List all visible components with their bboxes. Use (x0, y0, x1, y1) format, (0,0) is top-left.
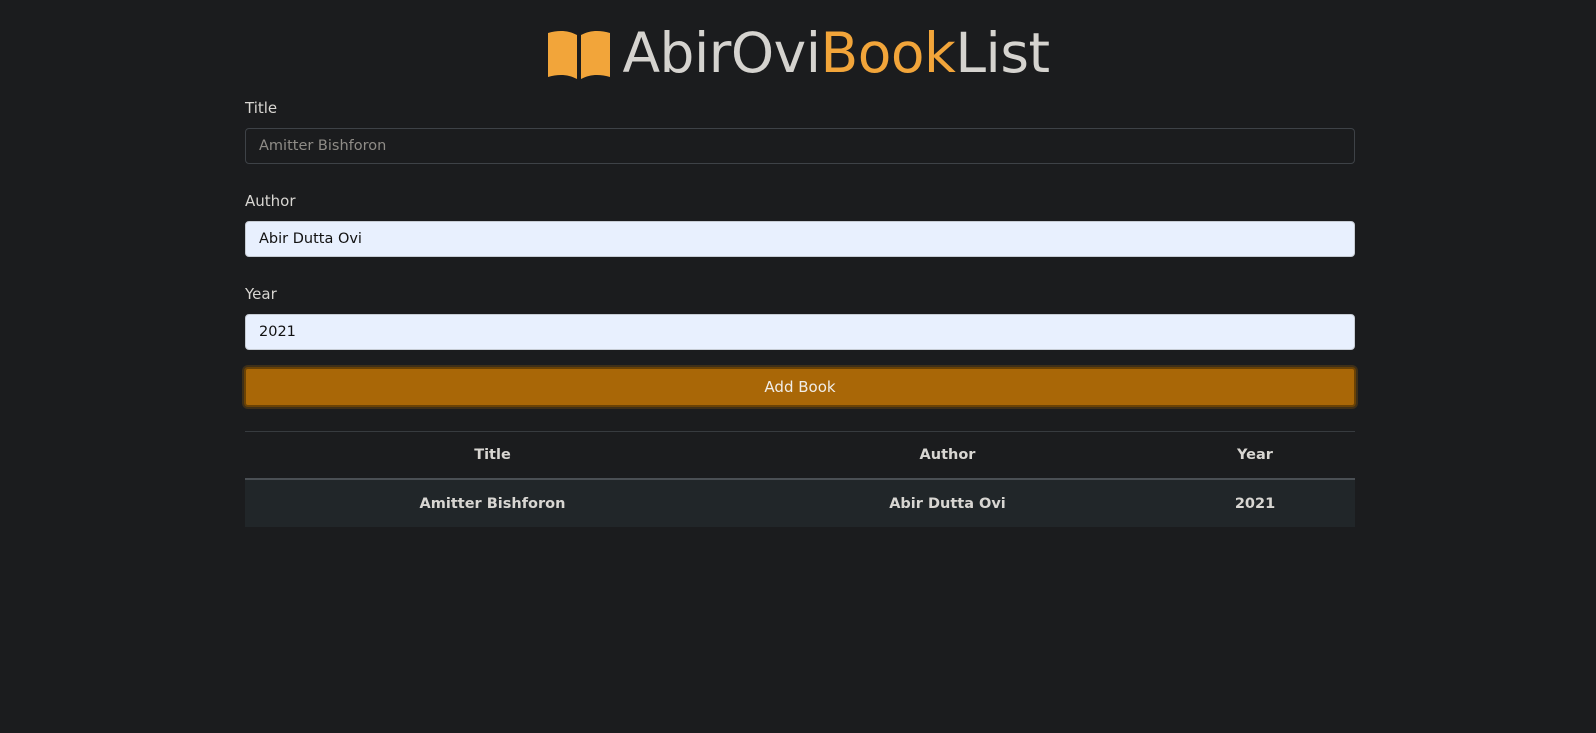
year-input[interactable] (245, 314, 1355, 350)
cell-title: Amitter Bishforon (419, 495, 566, 512)
booklist-page: AbirOvi BookList Title Author Year Add B… (0, 0, 1596, 733)
brand-tail-word: List (955, 21, 1050, 85)
author-label: Author (245, 192, 296, 210)
open-book-icon (546, 29, 612, 81)
author-input[interactable] (245, 221, 1355, 257)
title-label: Title (245, 99, 278, 117)
cell-author: Abir Dutta Ovi (889, 495, 1006, 512)
cell-year: 2021 (1234, 495, 1276, 512)
brand-accent-word: Book (820, 21, 956, 85)
brand-name: AbirOvi (622, 21, 821, 85)
table-header-row: Title Author Year (245, 431, 1355, 479)
add-book-button[interactable]: Add Book (244, 367, 1356, 407)
book-table-container: Title Author Year Amitter Bishforon Abir… (245, 431, 1355, 527)
app-header: AbirOvi Book List (0, 18, 1596, 88)
column-header-year: Year (1237, 447, 1273, 463)
column-header-author: Author (919, 447, 976, 463)
table-row: Amitter Bishforon Abir Dutta Ovi 2021 (245, 479, 1355, 527)
year-label: Year (245, 285, 277, 303)
title-input[interactable] (245, 128, 1355, 164)
add-book-form: Title Author Year Add Book (244, 98, 1356, 407)
book-table: Title Author Year Amitter Bishforon Abir… (245, 431, 1355, 527)
column-header-title: Title (474, 447, 511, 463)
